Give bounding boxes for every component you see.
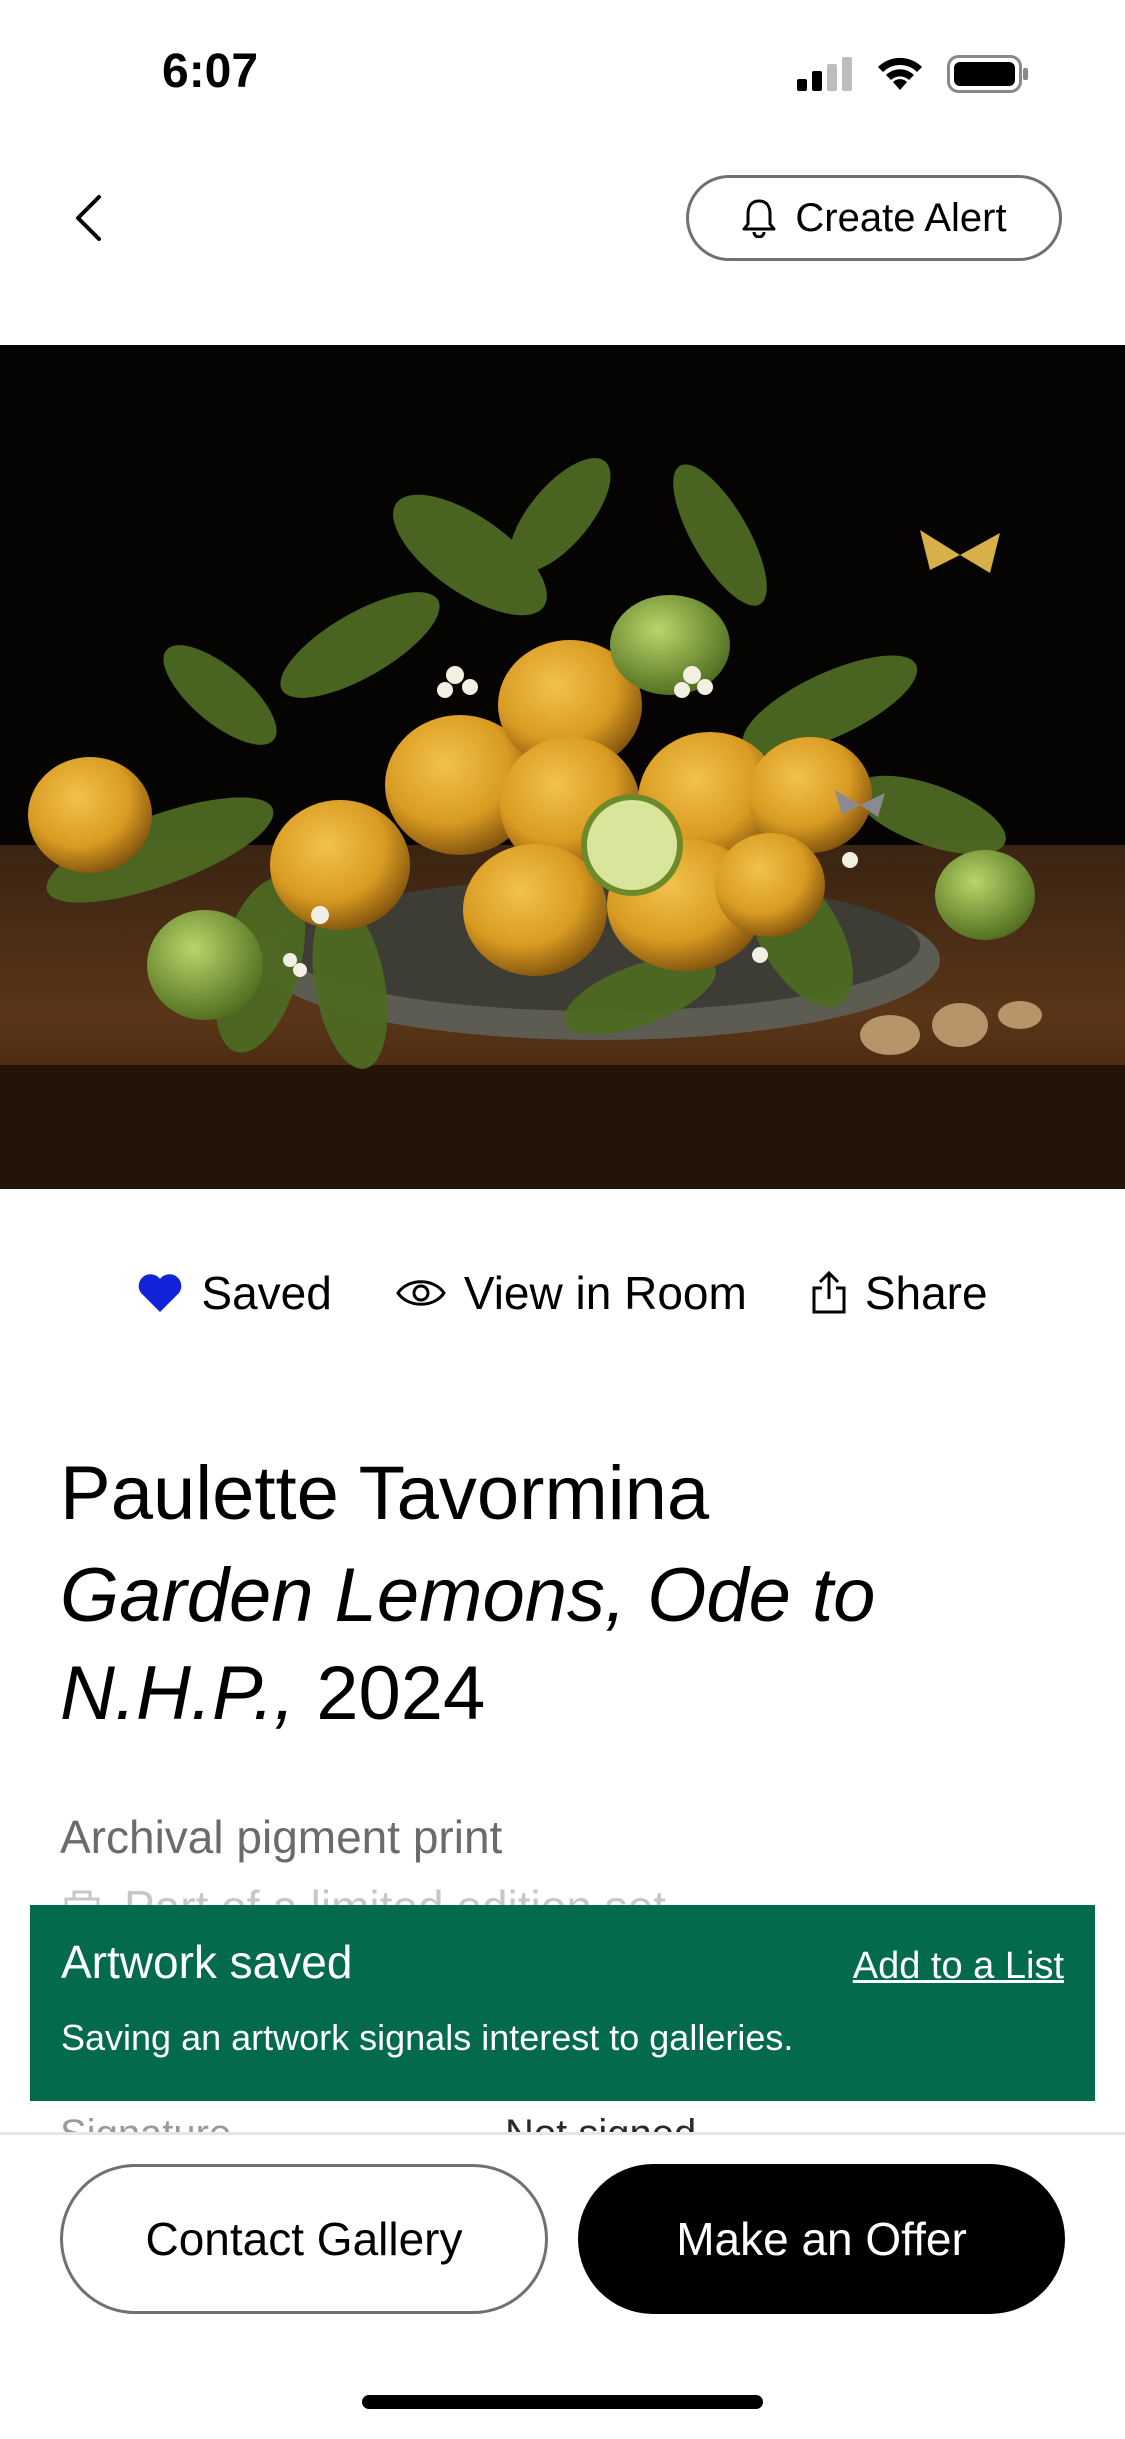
home-indicator[interactable] bbox=[362, 2395, 763, 2409]
add-to-list-link[interactable]: Add to a List bbox=[853, 1945, 1064, 1988]
make-offer-button[interactable]: Make an Offer bbox=[578, 2164, 1065, 2314]
artwork-title: Garden Lemons, Ode to N.H.P., 2024 bbox=[60, 1547, 1060, 1743]
eye-icon bbox=[396, 1280, 446, 1306]
artwork-actions: Saved View in Room Share bbox=[0, 1258, 1125, 1328]
artwork-still-life bbox=[0, 345, 1125, 1189]
artwork-medium: Archival pigment print bbox=[60, 1811, 503, 1863]
share-button[interactable]: Share bbox=[811, 1266, 988, 1320]
view-in-room-button[interactable]: View in Room bbox=[396, 1266, 747, 1320]
bell-icon bbox=[742, 199, 776, 238]
create-alert-label: Create Alert bbox=[795, 195, 1007, 240]
contact-gallery-button[interactable]: Contact Gallery bbox=[60, 2164, 548, 2314]
back-button[interactable] bbox=[60, 190, 116, 246]
artwork-year: 2024 bbox=[316, 1651, 486, 1736]
cellular-signal-icon bbox=[797, 57, 852, 91]
saved-label: Saved bbox=[201, 1267, 332, 1319]
share-icon bbox=[812, 1271, 846, 1314]
chevron-left-icon bbox=[76, 195, 101, 241]
share-label: Share bbox=[864, 1267, 988, 1319]
status-time: 6:07 bbox=[162, 45, 259, 98]
saved-button[interactable]: Saved bbox=[137, 1266, 332, 1320]
status-icons bbox=[797, 55, 1029, 93]
heart-filled-icon bbox=[139, 1274, 182, 1312]
artist-name[interactable]: Paulette Tavormina bbox=[60, 1450, 709, 1537]
wifi-icon bbox=[878, 57, 922, 90]
create-alert-button[interactable]: Create Alert bbox=[686, 175, 1062, 261]
view-in-room-label: View in Room bbox=[463, 1267, 747, 1319]
toast-subtitle: Saving an artwork signals interest to ga… bbox=[61, 2017, 794, 2058]
artwork-saved-toast: Artwork saved Add to a List Saving an ar… bbox=[30, 1905, 1095, 2101]
battery-icon bbox=[947, 55, 1028, 93]
artwork-image[interactable] bbox=[0, 345, 1125, 1189]
